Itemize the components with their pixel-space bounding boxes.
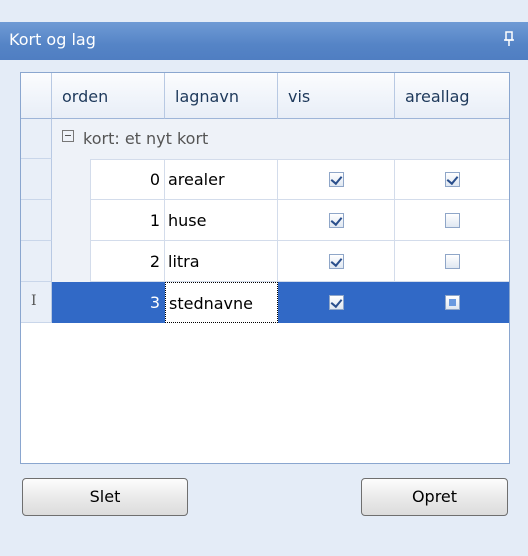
delete-button[interactable]: Slet — [22, 478, 188, 516]
row-selector[interactable] — [21, 159, 52, 200]
areallag-cell — [395, 200, 509, 241]
kort-og-lag-panel: Kort og lag orden lagnavn vis areallag I… — [0, 0, 528, 556]
areallag-checkbox[interactable] — [445, 295, 460, 310]
create-button[interactable]: Opret — [361, 478, 508, 516]
lagnavn-cell[interactable]: huse — [165, 200, 278, 241]
collapse-icon[interactable] — [62, 130, 74, 142]
panel-title: Kort og lag — [9, 30, 96, 49]
column-header-lagnavn[interactable]: lagnavn — [165, 73, 278, 119]
selected-indent — [52, 282, 90, 323]
row-selector[interactable] — [21, 200, 52, 241]
vis-checkbox[interactable] — [329, 295, 344, 310]
vis-checkbox[interactable] — [329, 254, 344, 269]
areallag-checkbox[interactable] — [445, 213, 460, 228]
orden-cell[interactable]: 0 — [90, 159, 165, 200]
areallag-cell — [395, 282, 509, 323]
orden-cell[interactable]: 1 — [90, 200, 165, 241]
lagnavn-cell[interactable]: arealer — [165, 159, 278, 200]
vis-checkbox[interactable] — [329, 213, 344, 228]
vis-cell — [278, 282, 395, 323]
row-selector[interactable] — [21, 241, 52, 282]
row-selector-group[interactable] — [21, 119, 52, 159]
vis-checkbox[interactable] — [329, 172, 344, 187]
areallag-cell — [395, 241, 509, 282]
panel-titlebar: Kort og lag — [0, 22, 528, 60]
group-label: kort: et nyt kort — [83, 129, 209, 148]
text-cursor-icon: I — [31, 293, 37, 309]
column-header-areallag[interactable]: areallag — [395, 73, 509, 119]
column-header-orden[interactable]: orden — [52, 73, 165, 119]
vis-cell — [278, 241, 395, 282]
pin-icon[interactable] — [504, 31, 514, 47]
orden-cell[interactable]: 3 — [90, 282, 165, 323]
lagnavn-cell-focused[interactable]: stednavne — [165, 282, 278, 323]
areallag-checkbox[interactable] — [445, 254, 460, 269]
areallag-checkbox[interactable] — [445, 172, 460, 187]
lagnavn-cell[interactable]: litra — [165, 241, 278, 282]
column-header-vis[interactable]: vis — [278, 73, 395, 119]
group-row[interactable]: kort: et nyt kort — [52, 119, 509, 160]
row-selector-current[interactable]: I — [21, 282, 52, 323]
indeterminate-mark — [449, 299, 456, 306]
row-selector-header — [21, 73, 52, 119]
vis-cell — [278, 200, 395, 241]
orden-cell[interactable]: 2 — [90, 241, 165, 282]
vis-cell — [278, 159, 395, 200]
areallag-cell — [395, 159, 509, 200]
layer-grid: orden lagnavn vis areallag I kort: et ny… — [20, 72, 510, 464]
